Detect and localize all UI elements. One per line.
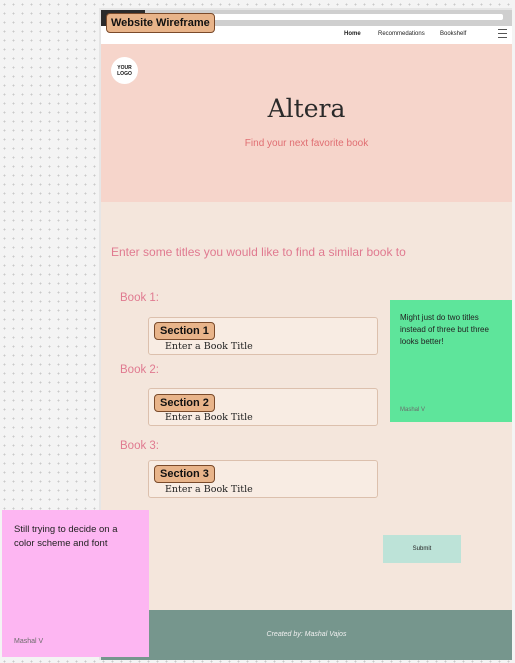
section-2-tag: Section 2: [154, 394, 215, 412]
sticky-note-green-author: Mashal V: [400, 407, 426, 413]
book-3-label: Book 3:: [120, 440, 159, 452]
nav-recommendations-link[interactable]: Recommedations: [378, 31, 425, 37]
footer-credit: Created by: Mashal Vajos: [266, 631, 347, 638]
sticky-note-green-text: Might just do two titles instead of thre…: [400, 313, 489, 346]
submit-button[interactable]: Submit: [383, 535, 461, 563]
book-2-label: Book 2:: [120, 364, 159, 376]
book-1-placeholder: Enter a Book Title: [165, 341, 253, 352]
form-prompt: Enter some titles you would like to find…: [111, 245, 406, 259]
book-3-placeholder: Enter a Book Title: [165, 484, 253, 495]
site-subtitle: Find your next favorite book: [244, 138, 369, 149]
sticky-note-green[interactable]: Might just do two titles instead of thre…: [390, 300, 512, 422]
sticky-note-pink-text: Still trying to decide on a color scheme…: [14, 524, 118, 549]
section-3-tag: Section 3: [154, 465, 215, 483]
book-2-placeholder: Enter a Book Title: [165, 412, 253, 423]
hamburger-menu-icon[interactable]: [498, 29, 507, 38]
site-title: Altera: [267, 94, 346, 123]
nav-bookshelf-link[interactable]: Bookshelf: [440, 31, 466, 37]
wireframe-label-tag: Website Wireframe: [106, 13, 215, 33]
address-bar[interactable]: [211, 14, 503, 20]
logo[interactable]: YOUR LOGO: [111, 57, 138, 84]
hero-section: YOUR LOGO Altera Find your next favorite…: [101, 44, 512, 202]
sticky-note-pink[interactable]: Still trying to decide on a color scheme…: [2, 510, 149, 657]
book-1-label: Book 1:: [120, 292, 159, 304]
footer: Created by: Mashal Vajos: [101, 610, 512, 660]
nav-home-link[interactable]: Home: [344, 31, 361, 37]
sticky-note-pink-author: Mashal V: [14, 638, 44, 645]
section-1-tag: Section 1: [154, 322, 215, 340]
